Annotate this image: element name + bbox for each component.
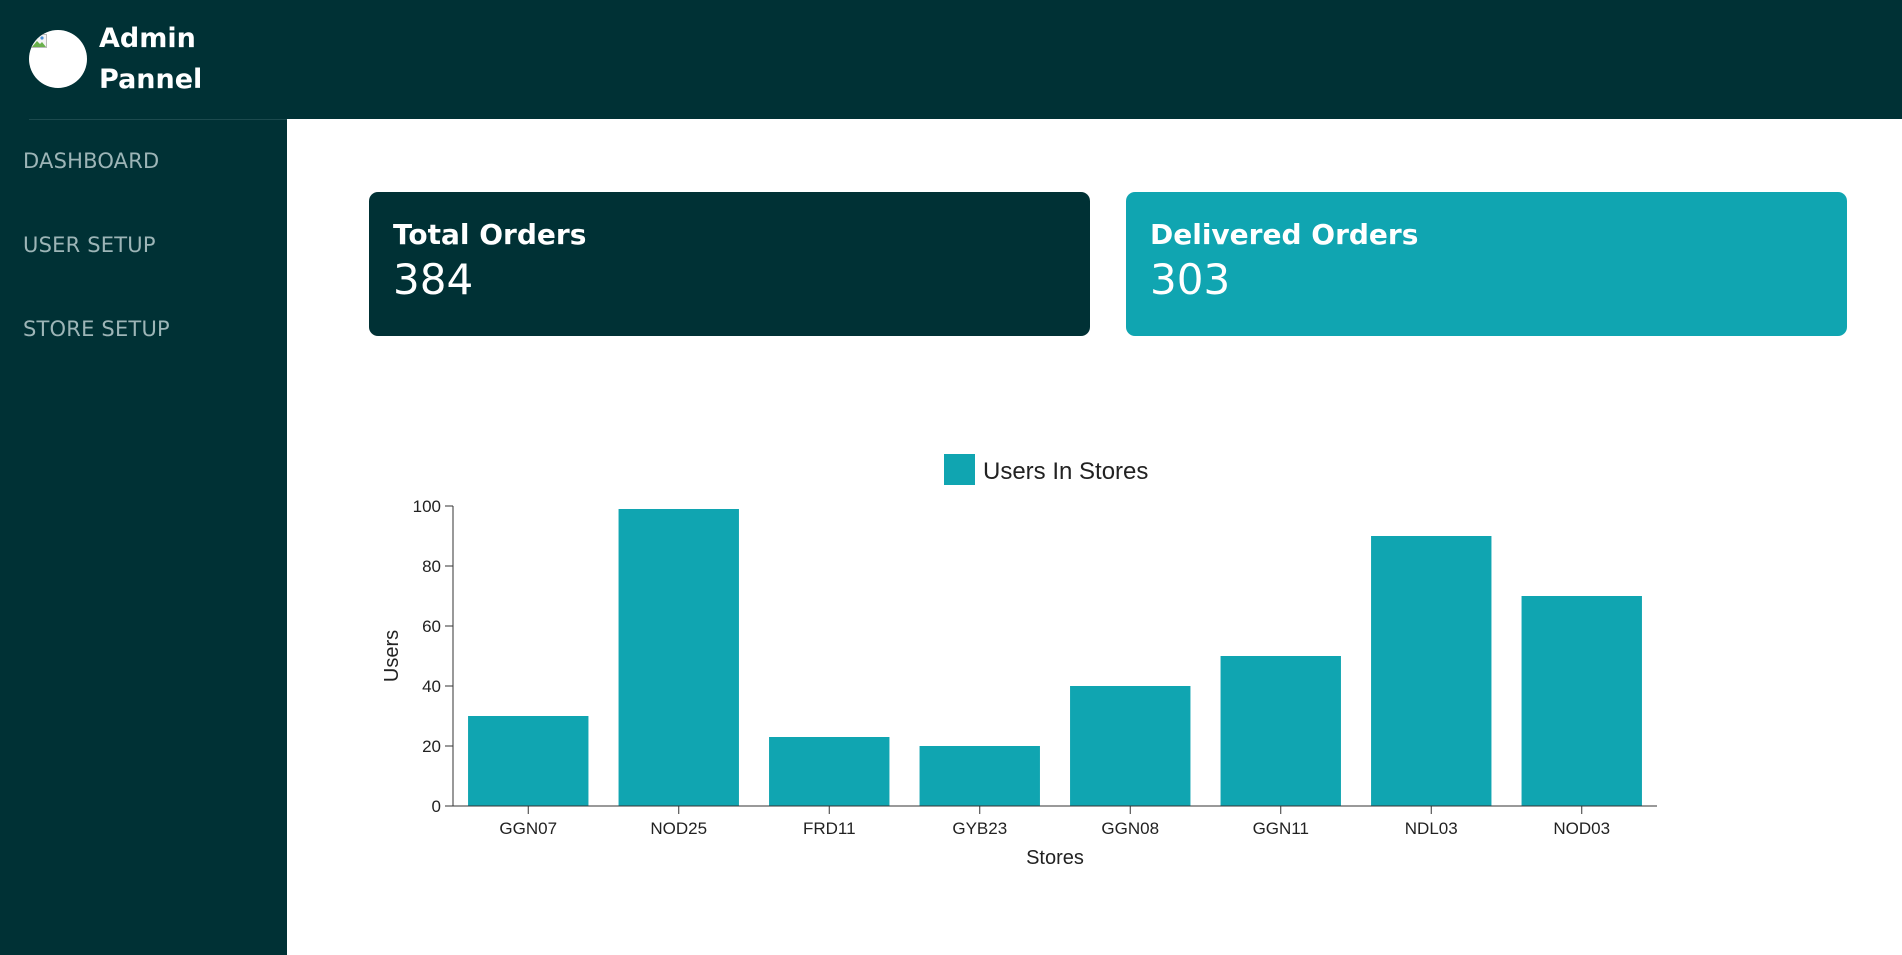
bar	[769, 737, 890, 806]
legend-label: Users In Stores	[983, 458, 1148, 485]
x-tick-label: NOD25	[650, 819, 707, 838]
x-tick-label: GGN07	[499, 819, 557, 838]
bar	[1521, 596, 1642, 806]
legend-swatch	[944, 454, 975, 485]
x-tick-label: GYB23	[952, 819, 1007, 838]
x-tick-label: NDL03	[1405, 819, 1458, 838]
bar	[919, 746, 1040, 806]
bar	[1070, 686, 1191, 806]
bar	[468, 716, 589, 806]
x-axis-title: Stores	[1026, 847, 1084, 869]
y-tick-label: 0	[432, 797, 441, 816]
y-tick-label: 60	[422, 617, 441, 636]
y-tick-label: 40	[422, 677, 441, 696]
y-tick-label: 80	[422, 557, 441, 576]
y-axis-title: Users	[381, 630, 403, 682]
x-tick-label: GGN11	[1253, 819, 1309, 838]
y-tick-label: 20	[422, 737, 441, 756]
bar	[1371, 536, 1492, 806]
x-tick-label: GGN08	[1101, 819, 1159, 838]
bar	[618, 509, 739, 806]
x-tick-label: NOD03	[1553, 819, 1610, 838]
bar	[1220, 656, 1341, 806]
users-in-stores-chart: Users In Stores 0 20 40 60 80 100 GGN07 NOD25 FRD…	[381, 454, 1657, 869]
x-tick-label: FRD11	[803, 819, 856, 838]
y-tick-label: 100	[413, 497, 441, 516]
